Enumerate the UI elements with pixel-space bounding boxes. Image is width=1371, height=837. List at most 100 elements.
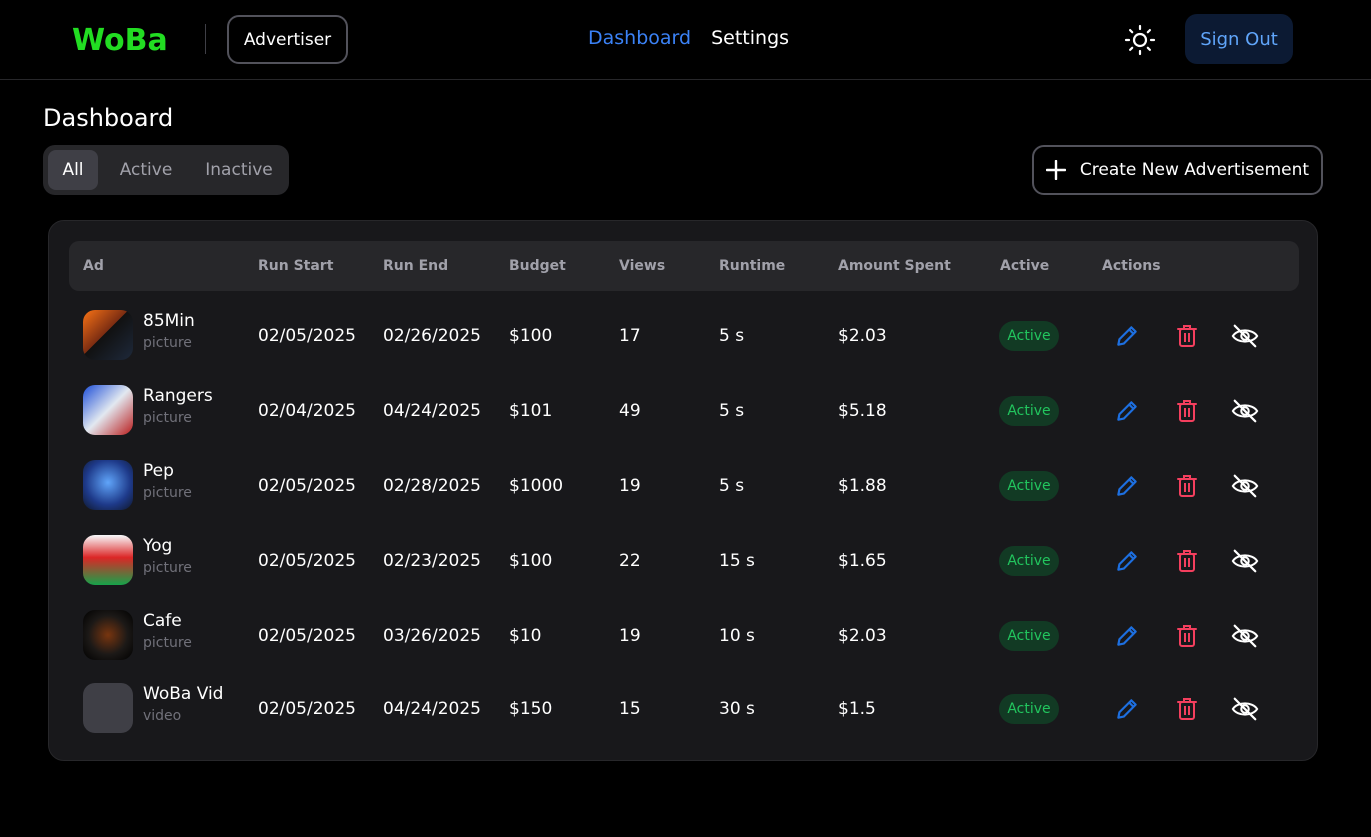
woba-logo[interactable]: WoBa (72, 22, 186, 56)
nav-settings[interactable]: Settings (711, 27, 789, 49)
table-row: Pep picture 02/05/2025 02/28/2025 $1000 19 5 s… (69, 448, 1299, 523)
ad-type: picture (143, 635, 192, 651)
budget: $100 (509, 325, 553, 346)
ad-thumbnail[interactable] (83, 460, 133, 510)
eye-off-icon[interactable] (1231, 695, 1259, 723)
runtime: 10 s (719, 625, 755, 646)
table-row: WoBa Vid video 02/05/2025 04/24/2025 $150 15 3… (69, 671, 1299, 746)
trash-icon[interactable] (1173, 397, 1201, 425)
runtime: 30 s (719, 698, 755, 719)
views: 49 (619, 400, 641, 421)
col-run-start: Run Start (258, 258, 334, 274)
eye-off-icon[interactable] (1231, 322, 1259, 350)
pencil-icon[interactable] (1113, 695, 1141, 723)
runtime: 5 s (719, 325, 745, 346)
col-amount-spent: Amount Spent (838, 258, 951, 274)
pencil-icon[interactable] (1113, 397, 1141, 425)
trash-icon[interactable] (1173, 322, 1201, 350)
pencil-icon[interactable] (1113, 622, 1141, 650)
col-runtime: Runtime (719, 258, 786, 274)
ad-thumbnail[interactable] (83, 310, 133, 360)
advertiser-role-button[interactable]: Advertiser (227, 15, 348, 64)
col-views: Views (619, 258, 666, 274)
trash-icon[interactable] (1173, 472, 1201, 500)
amount-spent: $1.65 (838, 550, 887, 571)
pencil-icon[interactable] (1113, 547, 1141, 575)
create-advertisement-label: Create New Advertisement (1079, 160, 1310, 180)
budget: $150 (509, 698, 553, 719)
amount-spent: $1.88 (838, 475, 887, 496)
table-header: Ad Run Start Run End Budget Views Runtim… (69, 241, 1299, 291)
status-badge[interactable]: Active (999, 470, 1059, 501)
plus-icon (1045, 160, 1066, 180)
ad-type: picture (143, 335, 192, 351)
col-run-end: Run End (383, 258, 449, 274)
logo-text: WoBa (72, 23, 168, 56)
views: 19 (619, 475, 641, 496)
eye-off-icon[interactable] (1231, 622, 1259, 650)
ad-thumbnail[interactable] (83, 683, 133, 733)
trash-icon[interactable] (1173, 622, 1201, 650)
run-start: 02/05/2025 (258, 550, 356, 571)
status-badge[interactable]: Active (999, 395, 1059, 426)
table-row: 85Min picture 02/05/2025 02/26/2025 $100 17 5 … (69, 298, 1299, 373)
table-row: Yog picture 02/05/2025 02/23/2025 $100 22 15 s… (69, 523, 1299, 598)
views: 19 (619, 625, 641, 646)
pencil-icon[interactable] (1113, 472, 1141, 500)
nav-dashboard[interactable]: Dashboard (588, 27, 691, 49)
ad-name: Rangers (143, 386, 213, 406)
ad-thumbnail[interactable] (83, 610, 133, 660)
ad-name: Yog (143, 536, 173, 556)
eye-off-icon[interactable] (1231, 547, 1259, 575)
amount-spent: $2.03 (838, 325, 887, 346)
sign-out-button[interactable]: Sign Out (1185, 14, 1293, 64)
create-advertisement-button[interactable]: Create New Advertisement (1032, 145, 1323, 195)
runtime: 15 s (719, 550, 755, 571)
run-start: 02/05/2025 (258, 625, 356, 646)
status-badge[interactable]: Active (999, 693, 1059, 724)
budget: $101 (509, 400, 553, 421)
table-row: Cafe picture 02/05/2025 03/26/2025 $10 19 10 s… (69, 598, 1299, 673)
runtime: 5 s (719, 475, 745, 496)
trash-icon[interactable] (1173, 547, 1201, 575)
ad-thumbnail[interactable] (83, 385, 133, 435)
run-end: 04/24/2025 (383, 698, 481, 719)
sun-icon[interactable] (1124, 24, 1156, 56)
ad-type: picture (143, 410, 192, 426)
ad-name: Pep (143, 461, 174, 481)
ad-name: WoBa Vid (143, 684, 224, 704)
logo-divider (205, 24, 206, 54)
col-ad: Ad (83, 258, 104, 274)
eye-off-icon[interactable] (1231, 472, 1259, 500)
amount-spent: $2.03 (838, 625, 887, 646)
runtime: 5 s (719, 400, 745, 421)
status-badge[interactable]: Active (999, 545, 1059, 576)
budget: $10 (509, 625, 542, 646)
ad-thumbnail[interactable] (83, 535, 133, 585)
run-start: 02/04/2025 (258, 400, 356, 421)
budget: $1000 (509, 475, 564, 496)
trash-icon[interactable] (1173, 695, 1201, 723)
status-badge[interactable]: Active (999, 320, 1059, 351)
ad-type: picture (143, 485, 192, 501)
top-navbar: WoBa Advertiser Dashboard Settings Sign … (0, 0, 1371, 80)
run-start: 02/05/2025 (258, 475, 356, 496)
eye-off-icon[interactable] (1231, 397, 1259, 425)
col-active: Active (1000, 258, 1050, 274)
col-actions: Actions (1102, 258, 1161, 274)
pencil-icon[interactable] (1113, 322, 1141, 350)
filter-all[interactable]: All (48, 150, 98, 190)
ad-name: Cafe (143, 611, 182, 631)
ad-type: picture (143, 560, 192, 576)
run-start: 02/05/2025 (258, 325, 356, 346)
filter-tabs: All Active Inactive (43, 145, 289, 195)
filter-inactive[interactable]: Inactive (194, 150, 284, 190)
status-badge[interactable]: Active (999, 620, 1059, 651)
run-start: 02/05/2025 (258, 698, 356, 719)
table-row: Rangers picture 02/04/2025 04/24/2025 $101 49… (69, 373, 1299, 448)
filter-active[interactable]: Active (98, 150, 194, 190)
budget: $100 (509, 550, 553, 571)
views: 22 (619, 550, 641, 571)
page-title: Dashboard (43, 104, 174, 132)
views: 15 (619, 698, 641, 719)
